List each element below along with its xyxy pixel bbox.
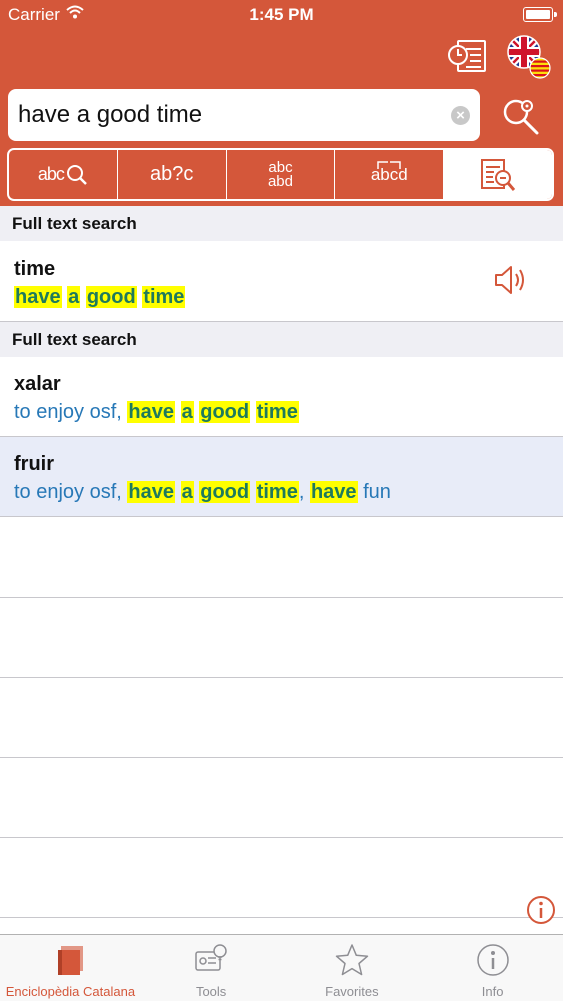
magnifier-icon xyxy=(66,164,87,185)
tab-label: Tools xyxy=(195,984,227,999)
list-separator xyxy=(0,597,563,598)
mode-exact-search[interactable]: abc xyxy=(9,150,118,199)
mode-full-text-search[interactable] xyxy=(444,150,552,199)
translation-text xyxy=(250,401,256,423)
highlighted-match: a xyxy=(67,286,81,308)
translation-text: to enjoy osf, xyxy=(14,401,128,423)
mode-fuzzy-search[interactable]: abc abd xyxy=(227,150,336,199)
result-row[interactable]: xalar to enjoy osf, have a good time xyxy=(0,357,563,437)
translation-text xyxy=(175,401,181,423)
list-separator xyxy=(0,917,563,918)
tab-label: Favorites xyxy=(325,984,379,999)
highlighted-match: good xyxy=(199,401,251,423)
highlighted-match: have xyxy=(127,401,175,423)
info-icon xyxy=(476,944,509,976)
result-translation: to enjoy osf, have a good time, have fun xyxy=(14,481,391,504)
result-translation: have a good time xyxy=(14,286,186,309)
status-bar: Carrier 1:45 PM xyxy=(0,0,563,30)
speaker-icon[interactable] xyxy=(493,262,529,298)
tab-tools[interactable]: Tools xyxy=(141,935,282,1001)
translation-text xyxy=(80,286,86,308)
swap-arrows-icon xyxy=(377,161,402,169)
translation-text: to enjoy osf, xyxy=(14,481,128,503)
section-header: Full text search xyxy=(0,206,563,241)
translation-text xyxy=(175,481,181,503)
translation-text: fun xyxy=(357,481,391,503)
info-button-icon[interactable] xyxy=(526,895,556,925)
search-field[interactable]: × xyxy=(8,89,480,141)
list-separator xyxy=(0,757,563,758)
result-headword: xalar xyxy=(14,373,61,395)
highlighted-match: have xyxy=(127,481,175,503)
highlighted-match: a xyxy=(180,481,194,503)
section-header-label: Full text search xyxy=(12,330,137,349)
highlighted-match: time xyxy=(255,401,299,423)
highlighted-match: good xyxy=(199,481,251,503)
mode-anagram-search[interactable]: abcd xyxy=(335,150,445,199)
list-separator xyxy=(0,837,563,838)
tab-bar: Enciclopèdia Catalana Tools Favorites In… xyxy=(0,934,563,1001)
tab-favorites[interactable]: Favorites xyxy=(282,935,423,1001)
highlighted-match: have xyxy=(309,481,358,503)
app-header: Carrier 1:45 PM have a good time × abc a… xyxy=(0,0,563,206)
search-settings-icon[interactable] xyxy=(498,93,542,137)
search-mode-selector: abc ab?c abc abd abcd xyxy=(7,148,554,201)
search-input[interactable] xyxy=(18,89,438,141)
mode-wildcard-label: ab?c xyxy=(150,163,194,185)
star-icon xyxy=(335,944,369,976)
mode-fuzzy-label: abc abd xyxy=(267,158,293,190)
translation-text xyxy=(250,481,256,503)
battery-icon xyxy=(523,7,557,22)
highlighted-match: good xyxy=(85,286,137,308)
tools-icon xyxy=(195,944,227,971)
result-row[interactable]: time have a good time xyxy=(0,242,563,322)
language-flag-icon[interactable] xyxy=(506,34,552,80)
mode-exact-label: abc xyxy=(37,164,65,184)
clear-search-icon[interactable]: × xyxy=(451,106,470,125)
tab-label: Enciclopèdia Catalana xyxy=(5,984,136,999)
result-row[interactable]: fruir to enjoy osf, have a good time, ha… xyxy=(0,437,563,517)
tab-info[interactable]: Info xyxy=(422,935,563,1001)
mode-wildcard-search[interactable]: ab?c xyxy=(118,150,227,199)
tab-label: Info xyxy=(481,984,504,999)
highlighted-match: time xyxy=(142,286,186,308)
highlighted-match: have xyxy=(14,286,62,308)
result-headword: time xyxy=(14,258,56,280)
dictionary-book-icon xyxy=(58,946,84,975)
translation-text: , xyxy=(298,481,310,503)
highlighted-match: time xyxy=(255,481,299,503)
status-time: 1:45 PM xyxy=(249,5,314,24)
history-icon[interactable] xyxy=(446,38,488,74)
section-header-label: Full text search xyxy=(12,214,137,233)
section-header: Full text search xyxy=(0,322,563,357)
result-translation: to enjoy osf, have a good time xyxy=(14,401,299,424)
highlighted-match: a xyxy=(180,401,194,423)
full-text-search-icon xyxy=(481,158,516,191)
list-separator xyxy=(0,677,563,678)
tab-enciclopedia[interactable]: Enciclopèdia Catalana xyxy=(0,935,141,1001)
result-headword: fruir xyxy=(14,453,54,475)
